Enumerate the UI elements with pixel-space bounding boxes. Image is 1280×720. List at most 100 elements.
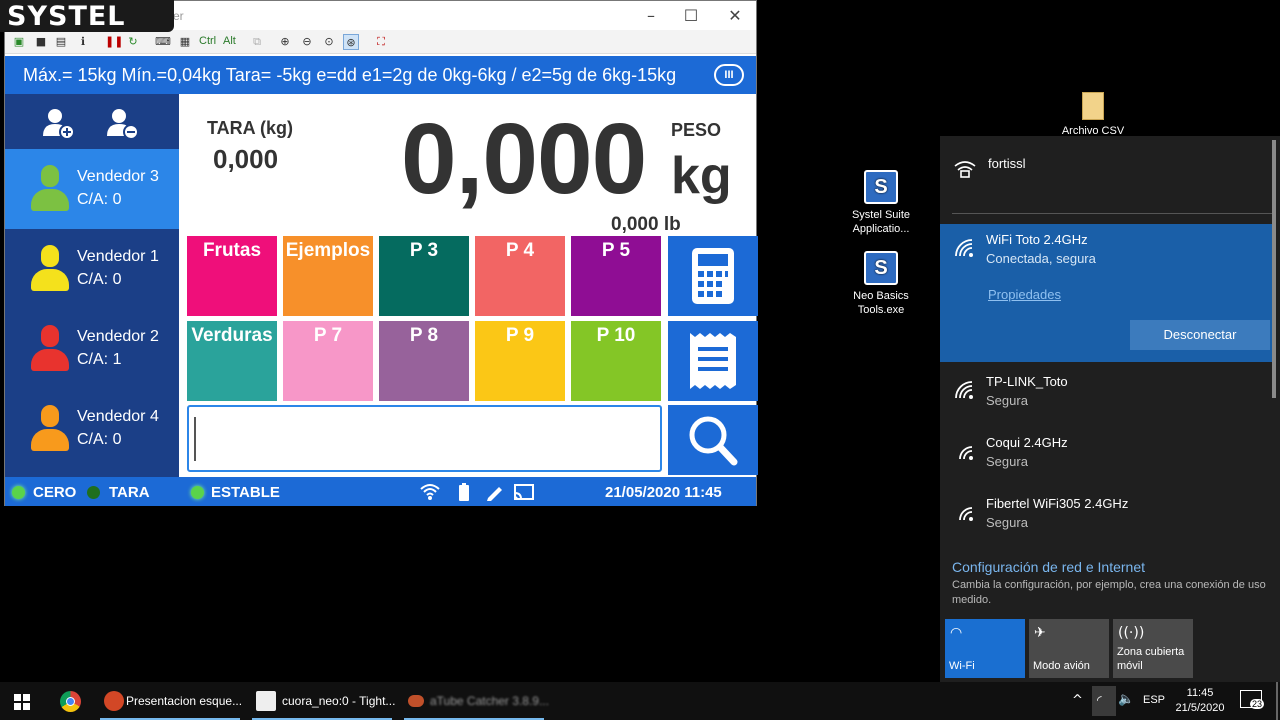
search-button[interactable]	[668, 405, 758, 475]
keyboard-icon[interactable]: ▦	[177, 34, 193, 50]
vendor-item[interactable]: Vendedor 1 C/A: 0	[5, 229, 179, 309]
volume-icon[interactable]: 🔈	[1118, 692, 1134, 707]
vnc-viewer-window: er – ☐ ✕ ▣ ■ ▤ ℹ ❚❚ ↻ ⌨ ▦ Ctrl Alt ⧉ ⊕ ⊖…	[4, 0, 758, 506]
vendor-name: Vendedor 2	[77, 328, 159, 345]
save-icon[interactable]: ■	[33, 34, 49, 50]
plu-tile[interactable]: Ejemplos	[283, 236, 373, 316]
wifi-secure-icon	[954, 161, 976, 178]
vendor-avatar-icon	[31, 325, 69, 373]
ticket-button[interactable]	[668, 321, 758, 401]
desktop-icon-neo-basics[interactable]: S Neo Basics Tools.exe	[841, 251, 921, 317]
text-cursor	[194, 417, 196, 461]
calculator-button[interactable]	[668, 236, 758, 316]
network-item[interactable]: TP-LINK_Toto Segura	[940, 366, 1272, 426]
zoom-fit-icon[interactable]: ⊛	[343, 34, 359, 50]
info-icon[interactable]: ℹ	[75, 34, 91, 50]
taskbar-app-atube[interactable]: aTube Catcher 3.8.9...	[404, 682, 549, 720]
vendor-item[interactable]: Vendedor 4 C/A: 0	[5, 389, 179, 469]
taskbar-app-powerpoint[interactable]: Presentacion esque...	[100, 682, 243, 720]
vendor-name: Vendedor 4	[77, 408, 159, 425]
taskbar-clock[interactable]: 11:45 21/5/2020	[1168, 686, 1232, 716]
neo-basics-app-icon: S	[864, 251, 898, 285]
zoom-100-icon[interactable]: ⊙	[321, 34, 337, 50]
network-name: Fibertel WiFi305 2.4GHz	[986, 496, 1129, 511]
options-icon[interactable]: ▤	[53, 34, 69, 50]
network-status: Segura	[986, 515, 1028, 530]
systel-logo: SYSTEL	[0, 0, 174, 32]
quick-action-wifi[interactable]: ◠ Wi-Fi	[945, 619, 1025, 678]
notifications-icon[interactable]: 23	[1240, 690, 1265, 709]
add-vendor-icon[interactable]	[41, 106, 75, 140]
network-item-connected[interactable]: WiFi Toto 2.4GHz Conectada, segura Propi…	[940, 224, 1272, 362]
tare-led-icon	[87, 486, 100, 499]
clock-time: 11:45	[1186, 687, 1214, 699]
properties-link[interactable]: Propiedades	[988, 287, 1061, 302]
network-status: Segura	[986, 454, 1028, 469]
folder-icon	[1082, 92, 1104, 120]
taskbar-app-label: Presentacion esque...	[126, 694, 243, 708]
network-item-fortissl[interactable]: fortissl	[952, 144, 1272, 214]
clipboard-icon[interactable]: ⧉	[249, 34, 265, 50]
desktop-icon-systel-suite[interactable]: S Systel Suite Applicatio...	[841, 170, 921, 236]
vendor-avatar-icon	[31, 405, 69, 453]
network-tray-button[interactable]: ◜	[1092, 686, 1116, 716]
zoom-out-icon[interactable]: ⊖	[299, 34, 315, 50]
ctrl-alt-del-icon[interactable]: ⌨	[155, 34, 171, 50]
pen-icon	[487, 487, 502, 501]
vendor-count: C/A: 0	[77, 271, 122, 288]
stable-led-icon	[191, 486, 204, 499]
notification-count-badge: 23	[1250, 699, 1265, 709]
disconnect-button[interactable]: Desconectar	[1130, 320, 1270, 350]
plu-tile[interactable]: Frutas	[187, 236, 277, 316]
zero-led-icon	[12, 486, 25, 499]
wifi-tray-icon: ◜	[1097, 693, 1102, 707]
chevron-up-icon[interactable]: ^	[1072, 693, 1083, 708]
quick-action-airplane[interactable]: ✈ Modo avión	[1029, 619, 1109, 678]
network-settings-link[interactable]: Configuración de red e Internet	[952, 559, 1145, 575]
search-input[interactable]	[187, 405, 662, 472]
vnc-toolbar: ▣ ■ ▤ ℹ ❚❚ ↻ ⌨ ▦ Ctrl Alt ⧉ ⊕ ⊖ ⊙ ⊛ ⛶	[5, 30, 756, 54]
new-connection-icon[interactable]: ▣	[11, 34, 27, 50]
network-settings-description: Cambia la configuración, por ejemplo, cr…	[952, 579, 1266, 606]
close-button[interactable]: ✕	[715, 5, 755, 27]
network-item[interactable]: Fibertel WiFi305 2.4GHz Segura	[940, 488, 1272, 548]
plu-tile[interactable]: P 5	[571, 236, 661, 316]
vendor-avatar-icon	[31, 165, 69, 213]
plu-tile[interactable]: P 7	[283, 321, 373, 401]
plu-tile[interactable]: P 8	[379, 321, 469, 401]
zero-status: CERO	[33, 484, 77, 501]
minimize-button[interactable]: –	[631, 5, 671, 27]
remove-vendor-icon[interactable]	[105, 106, 139, 140]
status-bar: CERO TARA ESTABLE 21/05/2020 11:45	[5, 477, 756, 506]
maximize-button[interactable]: ☐	[671, 5, 711, 27]
spec-bar: Máx.= 15kg Mín.=0,04kg Tara= -5kg e=dd e…	[5, 56, 756, 94]
vendor-item[interactable]: Vendedor 3 C/A: 0	[5, 149, 179, 229]
hotspot-icon: ((·))	[1118, 625, 1145, 641]
fullscreen-icon[interactable]: ⛶	[373, 34, 389, 50]
refresh-icon[interactable]: ↻	[125, 34, 141, 50]
plu-tile[interactable]: P 10	[571, 321, 661, 401]
desktop-icon-archivo-csv[interactable]: Archivo CSV	[1053, 92, 1133, 138]
ctrl-key-button[interactable]: Ctrl	[199, 35, 216, 47]
chrome-icon[interactable]	[60, 691, 81, 712]
weight-unit: kg	[671, 147, 732, 205]
plu-tile[interactable]: P 3	[379, 236, 469, 316]
network-item[interactable]: Coqui 2.4GHz Segura	[940, 427, 1272, 487]
vendor-item[interactable]: Vendedor 2 C/A: 1	[5, 309, 179, 389]
alt-key-button[interactable]: Alt	[223, 35, 236, 47]
taskbar-app-tightvnc[interactable]: cuora_neo:0 - Tight...	[252, 682, 395, 720]
show-desktop-button[interactable]	[1276, 682, 1278, 720]
receipt-icon	[690, 333, 736, 389]
taskbar: Presentacion esque... cuora_neo:0 - Tigh…	[0, 682, 1280, 720]
quick-action-hotspot[interactable]: ((·)) Zona cubierta móvil	[1113, 619, 1193, 678]
pause-icon[interactable]: ❚❚	[105, 34, 123, 50]
plu-tile[interactable]: Verduras	[187, 321, 277, 401]
zoom-in-icon[interactable]: ⊕	[277, 34, 293, 50]
vendor-count: C/A: 1	[77, 351, 122, 368]
flyout-scrollbar[interactable]	[1272, 140, 1276, 398]
plu-tile[interactable]: P 4	[475, 236, 565, 316]
language-indicator[interactable]: ESP	[1143, 694, 1165, 706]
battery-icon	[459, 483, 469, 501]
plu-tile[interactable]: P 9	[475, 321, 565, 401]
windows-start-icon[interactable]	[14, 694, 30, 710]
